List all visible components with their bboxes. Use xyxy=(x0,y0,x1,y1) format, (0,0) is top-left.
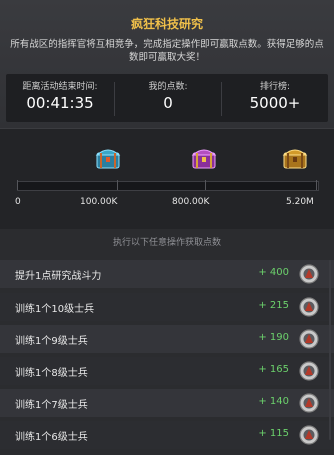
rank-badge-icon xyxy=(299,329,319,349)
task-name: 训练1个9级士兵 xyxy=(15,336,88,347)
task-row: 训练1个9级士兵 + 190 xyxy=(0,325,334,353)
leaderboard-label: 排行榜: xyxy=(259,82,291,92)
event-stats-panel: 距离活动结束时间: 00:41:35 我的点数: 0 排行榜: 5000+ xyxy=(6,74,328,122)
event-description: 所有战区的指挥官将互相竞争，完成指定操作即可赢取点数。获得足够的点数即可赢取大奖… xyxy=(10,39,324,63)
task-points: + 215 xyxy=(258,300,289,311)
task-points: + 165 xyxy=(258,364,289,375)
rank-badge-icon xyxy=(299,361,319,381)
progress-tick xyxy=(205,180,206,190)
task-row: 训练1个8级士兵 + 165 xyxy=(0,357,334,385)
rank-badge-icon xyxy=(299,425,319,445)
milestone-label: 100.00K xyxy=(80,197,118,207)
task-row: 训练1个10级士兵 + 215 xyxy=(0,293,334,321)
task-name: 训练1个6级士兵 xyxy=(15,432,88,443)
time-remaining-label: 距离活动结束时间: xyxy=(22,82,98,92)
progress-tick xyxy=(17,180,18,190)
task-points: + 400 xyxy=(258,267,289,278)
rank-badge-icon xyxy=(299,264,319,284)
time-remaining-value: 00:41:35 xyxy=(26,94,94,112)
leaderboard-value: 5000+ xyxy=(249,94,301,112)
my-points-label: 我的点数: xyxy=(148,82,188,92)
task-name: 提升1点研究战斗力 xyxy=(15,271,102,282)
task-name: 训练1个7级士兵 xyxy=(15,400,88,411)
my-points-stat: 我的点数: 0 xyxy=(115,74,221,122)
progress-tick xyxy=(316,180,317,190)
leaderboard-stat[interactable]: 排行榜: 5000+ xyxy=(222,74,328,122)
purple-chest-icon[interactable] xyxy=(190,143,218,171)
milestone-label: 5.20M xyxy=(286,197,314,207)
task-row: 训练1个6级士兵 + 115 xyxy=(0,421,334,449)
time-remaining-stat: 距离活动结束时间: 00:41:35 xyxy=(6,74,114,122)
rank-badge-icon xyxy=(299,297,319,317)
scrollbar[interactable] xyxy=(329,260,331,440)
milestone-label: 800.00K xyxy=(172,197,210,207)
points-progress-bar xyxy=(17,181,319,191)
blue-chest-icon[interactable] xyxy=(94,143,122,171)
task-points: + 190 xyxy=(258,332,289,343)
event-header: 疯狂科技研究 所有战区的指挥官将互相竞争，完成指定操作即可赢取点数。获得足够的点… xyxy=(0,0,334,128)
task-name: 训练1个8级士兵 xyxy=(15,368,88,379)
milestone-label: 0 xyxy=(15,197,21,207)
progress-tick xyxy=(117,180,118,190)
event-title: 疯狂科技研究 xyxy=(130,17,203,31)
tasks-subtitle: 执行以下任意操作获取点数 xyxy=(112,238,221,248)
my-points-value: 0 xyxy=(163,94,173,112)
task-row: 训练1个7级士兵 + 140 xyxy=(0,389,334,417)
task-name: 训练1个10级士兵 xyxy=(15,304,95,315)
task-points: + 140 xyxy=(258,396,289,407)
gold-chest-icon[interactable] xyxy=(281,143,309,171)
task-points: + 115 xyxy=(258,428,289,439)
task-row: 提升1点研究战斗力 + 400 xyxy=(0,260,334,288)
rank-badge-icon xyxy=(299,393,319,413)
